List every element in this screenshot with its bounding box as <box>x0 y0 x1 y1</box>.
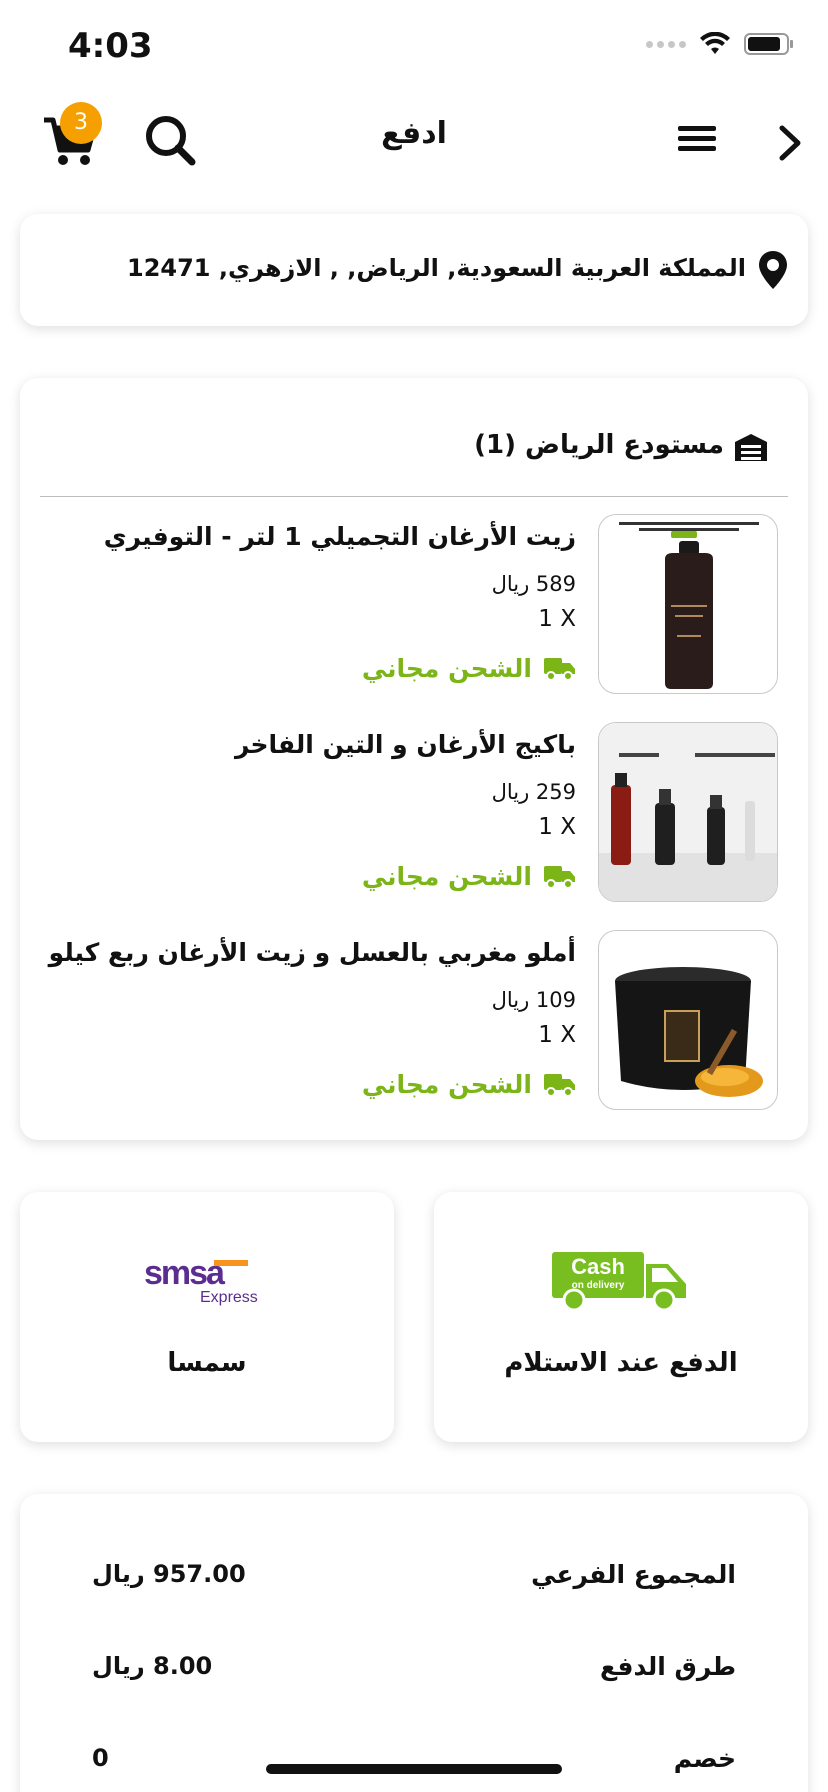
truck-icon <box>544 1073 575 1097</box>
free-shipping-label: الشحن مجاني <box>362 1070 576 1099</box>
truck-icon <box>544 657 575 681</box>
cod-logo-title: Cash <box>571 1254 625 1279</box>
app-header: ادفع <box>0 100 828 190</box>
checkout-page: 4:03 ادفع 3 المملكة العربية السعودية, ال… <box>0 0 828 1792</box>
status-icons <box>646 32 794 56</box>
list-item[interactable]: باكيج الأرغان و التين الفاخر 259 ريال 1 … <box>20 722 808 902</box>
status-time: 4:03 <box>68 26 153 66</box>
payment-option-cod[interactable]: Cash on delivery الدفع عند الاستلام <box>434 1192 808 1442</box>
product-quantity: 1 X <box>538 814 576 840</box>
summary-value: 0 <box>92 1744 109 1772</box>
cash-on-delivery-icon: Cash on delivery <box>552 1252 686 1312</box>
summary-label: طرق الدفع <box>600 1652 736 1681</box>
truck-icon <box>544 865 575 889</box>
address-text: المملكة العربية السعودية, الرياض, , الاز… <box>127 254 746 282</box>
product-image <box>598 722 778 902</box>
order-summary-card: المجموع الفرعي 957.00 ريال طرق الدفع 8.0… <box>20 1494 808 1792</box>
summary-row-subtotal: المجموع الفرعي 957.00 ريال <box>92 1560 736 1600</box>
signal-icon <box>646 40 686 48</box>
location-pin-icon <box>759 251 787 289</box>
back-button[interactable] <box>776 120 816 170</box>
product-name: باكيج الأرغان و التين الفاخر <box>234 730 576 759</box>
product-name: أملو مغربي بالعسل و زيت الأرغان ربع كيلو <box>48 938 576 967</box>
payment-option-label: سمسا <box>167 1348 247 1378</box>
warehouse-title: مستودع الرياض (1) <box>474 430 724 460</box>
warehouse-card: مستودع الرياض (1) زيت الأرغان التجميلي 1… <box>20 378 808 1140</box>
shipping-text: الشحن مجاني <box>361 654 532 683</box>
free-shipping-label: الشحن مجاني <box>362 862 576 891</box>
cart-count-badge: 3 <box>60 102 102 144</box>
divider <box>40 496 788 497</box>
battery-icon <box>744 33 793 55</box>
smsa-logo-text: smsa <box>144 1254 226 1292</box>
summary-label: خصم <box>673 1744 736 1773</box>
product-name: زيت الأرغان التجميلي 1 لتر - التوفيري <box>103 522 576 551</box>
shipping-text: الشحن مجاني <box>361 1070 532 1099</box>
warehouse-icon <box>735 434 767 461</box>
menu-button[interactable] <box>676 118 722 164</box>
summary-row-payment: طرق الدفع 8.00 ريال <box>92 1652 736 1692</box>
summary-label: المجموع الفرعي <box>531 1560 736 1589</box>
smsa-logo-sub: Express <box>200 1289 258 1306</box>
wifi-icon <box>700 32 730 54</box>
product-image <box>598 930 778 1110</box>
chevron-right-icon <box>779 125 801 161</box>
home-indicator[interactable] <box>266 1764 562 1774</box>
product-price: 109 ريال <box>491 988 576 1012</box>
list-item[interactable]: أملو مغربي بالعسل و زيت الأرغان ربع كيلو… <box>20 930 808 1110</box>
free-shipping-label: الشحن مجاني <box>362 654 576 683</box>
smsa-logo: smsa Express <box>144 1254 258 1306</box>
summary-value: 8.00 ريال <box>92 1652 213 1680</box>
menu-icon <box>678 126 716 151</box>
payment-option-label: الدفع عند الاستلام <box>504 1348 738 1378</box>
product-quantity: 1 X <box>538 606 576 632</box>
product-price: 259 ريال <box>491 780 576 804</box>
payment-option-smsa[interactable]: smsa Express سمسا <box>20 1192 394 1442</box>
product-image <box>598 514 778 694</box>
product-price: 589 ريال <box>491 572 576 596</box>
product-quantity: 1 X <box>538 1022 576 1048</box>
summary-value: 957.00 ريال <box>92 1560 246 1588</box>
cod-logo-subtitle: on delivery <box>572 1280 625 1291</box>
address-card[interactable]: المملكة العربية السعودية, الرياض, , الاز… <box>20 214 808 326</box>
list-item[interactable]: زيت الأرغان التجميلي 1 لتر - التوفيري 58… <box>20 514 808 694</box>
shipping-text: الشحن مجاني <box>361 862 532 891</box>
